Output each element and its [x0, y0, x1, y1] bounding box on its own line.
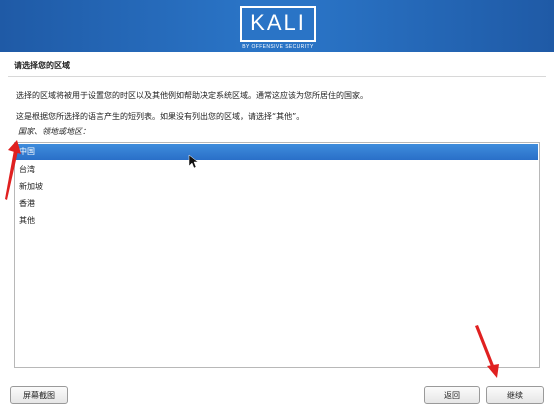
kali-banner: KALI BY OFFENSIVE SECURITY — [0, 0, 554, 52]
region-prompt-label: 国家、领地或地区： — [18, 127, 90, 136]
list-item-hong-kong[interactable]: 香港 — [16, 196, 538, 212]
back-button[interactable]: 返回 — [424, 386, 480, 404]
list-item-other[interactable]: 其他 — [16, 213, 538, 229]
list-item-taiwan[interactable]: 台湾 — [16, 162, 538, 178]
description-text-2: 这是根据您所选择的语言产生的短列表。如果没有列出您的区域，请选择“其他”。 — [16, 112, 305, 121]
kali-logo: KALI — [240, 6, 316, 42]
kali-logo-text: KALI — [250, 10, 306, 35]
description-text-1: 选择的区域将被用于设置您的时区以及其他例如帮助决定系统区域。通常这应该为您所居住… — [16, 91, 368, 100]
kali-logo-subtitle: BY OFFENSIVE SECURITY — [242, 44, 314, 50]
region-listbox[interactable]: 中国 台湾 新加坡 香港 其他 — [14, 142, 540, 368]
page-title: 请选择您的区域 — [14, 61, 70, 70]
title-divider — [8, 76, 546, 77]
screenshot-button[interactable]: 屏幕截图 — [10, 386, 68, 404]
continue-button[interactable]: 继续 — [486, 386, 544, 404]
list-item-china[interactable]: 中国 — [16, 144, 538, 160]
list-item-singapore[interactable]: 新加坡 — [16, 179, 538, 195]
